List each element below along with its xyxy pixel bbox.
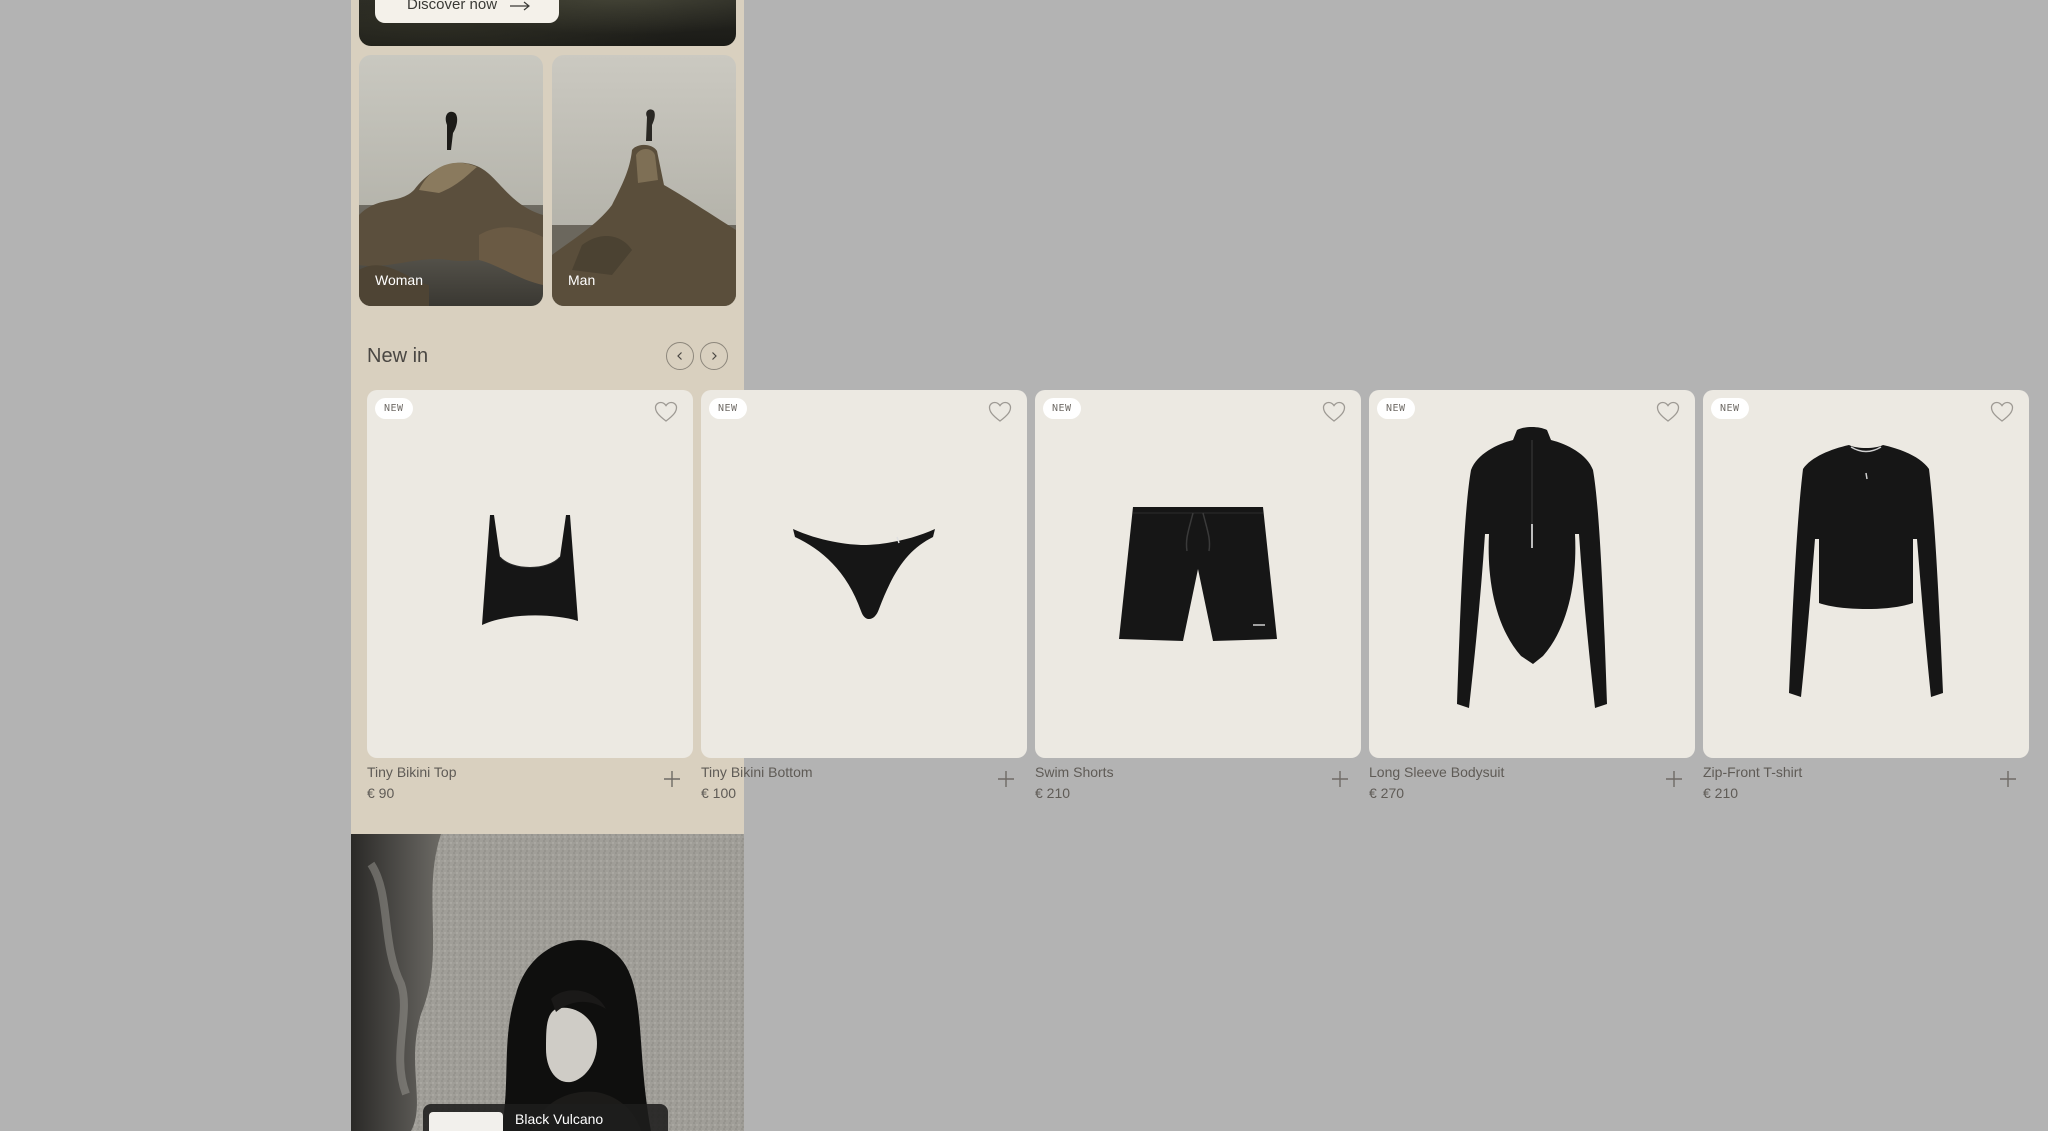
chevron-right-icon — [712, 352, 717, 360]
heart-icon — [1656, 401, 1680, 422]
add-to-cart-button[interactable] — [1329, 768, 1351, 790]
product-info: Tiny Bikini Top € 90 — [367, 764, 693, 814]
category-woman-card[interactable]: Woman — [359, 55, 543, 306]
new-badge: NEW — [1711, 398, 1749, 419]
feature-banner[interactable]: Black Vulcano — [351, 834, 744, 1131]
wishlist-button[interactable] — [1989, 401, 2015, 425]
wishlist-button[interactable] — [653, 401, 679, 425]
heart-icon — [654, 401, 678, 422]
wishlist-button[interactable] — [987, 401, 1013, 425]
man-category-image — [552, 55, 736, 306]
product-name: Tiny Bikini Top — [367, 764, 457, 780]
wishlist-button[interactable] — [1321, 401, 1347, 425]
product-info: Tiny Bikini Bottom € 100 — [701, 764, 1027, 814]
product-price: € 270 — [1369, 785, 1405, 801]
bikini-top-icon — [482, 515, 578, 625]
product-card[interactable]: NEW Tiny Bikini Bottom € 100 — [701, 390, 1027, 814]
product-info: Zip-Front T-shirt € 210 — [1703, 764, 2029, 814]
add-to-cart-button[interactable] — [995, 768, 1017, 790]
hero-banner: Discover now — [359, 0, 736, 46]
product-price: € 100 — [701, 785, 737, 801]
product-name: Long Sleeve Bodysuit — [1369, 764, 1505, 780]
heart-icon — [1990, 401, 2014, 422]
product-name: Swim Shorts — [1035, 764, 1114, 780]
category-man-label: Man — [568, 272, 596, 288]
zip-tshirt-icon — [1789, 445, 1943, 697]
feature-image — [351, 834, 744, 1131]
add-to-cart-button[interactable] — [1663, 768, 1685, 790]
plus-icon — [1332, 771, 1348, 787]
product-image-container[interactable]: NEW — [1035, 390, 1361, 758]
discover-now-label: Discover now — [407, 0, 498, 13]
product-card[interactable]: NEW Zip-Front T-shirt € 210 — [1703, 390, 2029, 814]
swim-shorts-icon — [1119, 507, 1277, 641]
category-woman-label: Woman — [375, 272, 423, 288]
product-image-container[interactable]: NEW — [1703, 390, 2029, 758]
arrow-right-icon — [510, 1, 530, 11]
product-card[interactable]: NEW Swim Shorts € 210 — [1035, 390, 1361, 814]
heart-icon — [988, 401, 1012, 422]
new-badge: NEW — [709, 398, 747, 419]
product-image-container[interactable]: NEW — [701, 390, 1027, 758]
feature-product-card[interactable]: Black Vulcano — [423, 1104, 668, 1131]
woman-category-image — [359, 55, 543, 306]
product-info: Swim Shorts € 210 — [1035, 764, 1361, 814]
product-name: Tiny Bikini Bottom — [701, 764, 813, 780]
product-price: € 210 — [1703, 785, 1739, 801]
feature-product-name: Black Vulcano — [515, 1111, 604, 1127]
product-image-container[interactable]: NEW — [367, 390, 693, 758]
bikini-bottom-icon — [793, 529, 935, 620]
plus-icon — [664, 771, 680, 787]
product-price: € 90 — [367, 785, 395, 801]
product-card[interactable]: NEW Long Sleeve Bodysuit € 270 — [1369, 390, 1695, 814]
plus-icon — [2000, 771, 2016, 787]
wishlist-button[interactable] — [1655, 401, 1681, 425]
category-man-card[interactable]: Man — [552, 55, 736, 306]
carousel-next-button[interactable] — [700, 342, 728, 370]
carousel-prev-button[interactable] — [666, 342, 694, 370]
new-badge: NEW — [1377, 398, 1415, 419]
plus-icon — [1666, 771, 1682, 787]
product-info: Long Sleeve Bodysuit € 270 — [1369, 764, 1695, 814]
heart-icon — [1322, 401, 1346, 422]
feature-product-thumbnail — [429, 1112, 503, 1131]
new-badge: NEW — [375, 398, 413, 419]
product-image-container[interactable]: NEW — [1369, 390, 1695, 758]
add-to-cart-button[interactable] — [1997, 768, 2019, 790]
discover-now-button[interactable]: Discover now — [375, 0, 559, 23]
feature-product-icon — [429, 1112, 503, 1131]
new-in-title: New in — [367, 345, 429, 367]
new-badge: NEW — [1043, 398, 1081, 419]
bodysuit-icon — [1457, 427, 1607, 708]
chevron-left-icon — [677, 352, 682, 360]
add-to-cart-button[interactable] — [661, 768, 683, 790]
product-card[interactable]: NEW Tiny Bikini Top € 90 — [367, 390, 693, 814]
product-name: Zip-Front T-shirt — [1703, 764, 1803, 780]
product-price: € 210 — [1035, 785, 1071, 801]
plus-icon — [998, 771, 1014, 787]
